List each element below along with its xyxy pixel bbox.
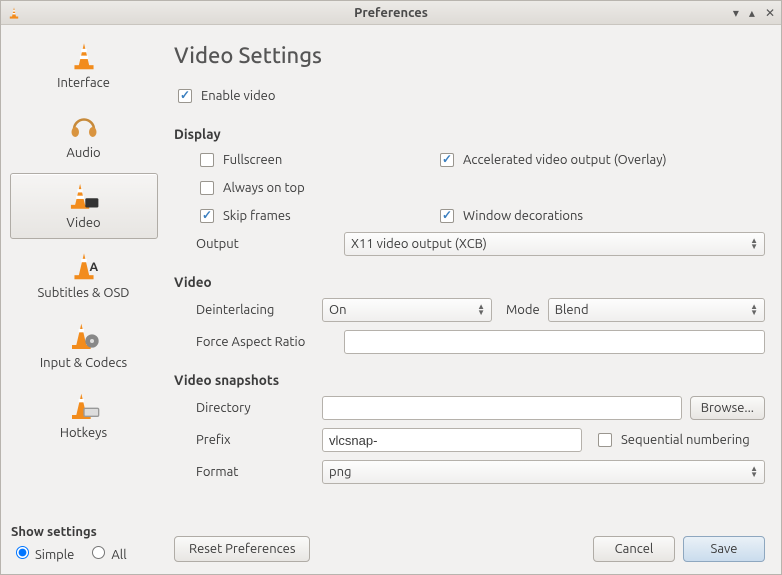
chevron-updown-icon: ▲▼: [750, 466, 758, 478]
cone-text-icon: A: [15, 250, 153, 284]
always-on-top-checkbox[interactable]: [200, 181, 214, 195]
radio-simple[interactable]: Simple: [11, 548, 74, 562]
mode-select[interactable]: Blend ▲▼: [548, 298, 765, 322]
chevron-updown-icon: ▲▼: [477, 304, 485, 316]
always-top-label: Always on top: [223, 181, 305, 195]
prefix-input[interactable]: [322, 428, 582, 452]
browse-button[interactable]: Browse...: [690, 396, 765, 420]
radio-all[interactable]: All: [87, 548, 126, 562]
format-select[interactable]: png ▲▼: [322, 460, 765, 484]
sidebar-label: Hotkeys: [15, 426, 153, 440]
save-button[interactable]: Save: [683, 536, 765, 562]
sidebar-item-video[interactable]: Video: [10, 173, 158, 239]
deinterlacing-select[interactable]: On ▲▼: [322, 298, 492, 322]
force-ar-input[interactable]: [344, 330, 765, 354]
window-dec-checkbox[interactable]: [440, 209, 454, 223]
output-label: Output: [196, 237, 336, 251]
svg-text:A: A: [89, 261, 98, 274]
cone-film-icon: [15, 180, 153, 214]
chevron-updown-icon: ▲▼: [750, 304, 758, 316]
sidebar-label: Video: [15, 216, 153, 230]
show-settings: Show settings Simple All: [5, 519, 162, 570]
cone-icon: [15, 40, 153, 74]
maximize-icon[interactable]: ▴: [749, 6, 755, 20]
sidebar-label: Subtitles & OSD: [15, 286, 153, 300]
chevron-updown-icon: ▲▼: [750, 238, 758, 250]
video-header: Video: [174, 274, 765, 290]
close-icon[interactable]: ✕: [765, 6, 775, 20]
vlc-cone-icon: [7, 6, 21, 20]
enable-video-label: Enable video: [201, 89, 275, 103]
cone-disc-icon: [15, 320, 153, 354]
directory-label: Directory: [196, 401, 314, 415]
sidebar-item-hotkeys[interactable]: Hotkeys: [10, 383, 158, 449]
cancel-button[interactable]: Cancel: [593, 536, 675, 562]
fullscreen-checkbox[interactable]: [200, 153, 214, 167]
headphones-icon: [15, 110, 153, 144]
skip-frames-label: Skip frames: [223, 209, 291, 223]
minimize-icon[interactable]: ▾: [733, 6, 739, 20]
window-dec-label: Window decorations: [463, 209, 583, 223]
accel-label: Accelerated video output (Overlay): [463, 153, 667, 167]
sidebar-item-audio[interactable]: Audio: [10, 103, 158, 169]
sidebar-item-input-codecs[interactable]: Input & Codecs: [10, 313, 158, 379]
mode-label: Mode: [506, 303, 540, 317]
output-select[interactable]: X11 video output (XCB) ▲▼: [344, 232, 765, 256]
sidebar-label: Audio: [15, 146, 153, 160]
directory-input[interactable]: [322, 396, 682, 420]
snapshots-header: Video snapshots: [174, 372, 765, 388]
seq-num-label: Sequential numbering: [621, 433, 750, 447]
sidebar-label: Interface: [15, 76, 153, 90]
sidebar-item-subtitles[interactable]: A Subtitles & OSD: [10, 243, 158, 309]
page-title: Video Settings: [174, 43, 765, 68]
sequential-numbering-checkbox[interactable]: [598, 433, 612, 447]
fullscreen-label: Fullscreen: [223, 153, 282, 167]
force-ar-label: Force Aspect Ratio: [196, 335, 336, 349]
cone-keyboard-icon: [15, 390, 153, 424]
prefix-label: Prefix: [196, 433, 314, 447]
enable-video-checkbox[interactable]: [178, 89, 192, 103]
sidebar-item-interface[interactable]: Interface: [10, 33, 158, 99]
deinterlacing-label: Deinterlacing: [196, 303, 314, 317]
format-label: Format: [196, 465, 314, 479]
display-header: Display: [174, 126, 765, 142]
window-title: Preferences: [1, 6, 781, 20]
titlebar: Preferences ▾ ▴ ✕: [1, 1, 781, 25]
sidebar-label: Input & Codecs: [15, 356, 153, 370]
accel-checkbox[interactable]: [440, 153, 454, 167]
skip-frames-checkbox[interactable]: [200, 209, 214, 223]
show-settings-header: Show settings: [11, 525, 156, 539]
reset-preferences-button[interactable]: Reset Preferences: [174, 536, 310, 562]
